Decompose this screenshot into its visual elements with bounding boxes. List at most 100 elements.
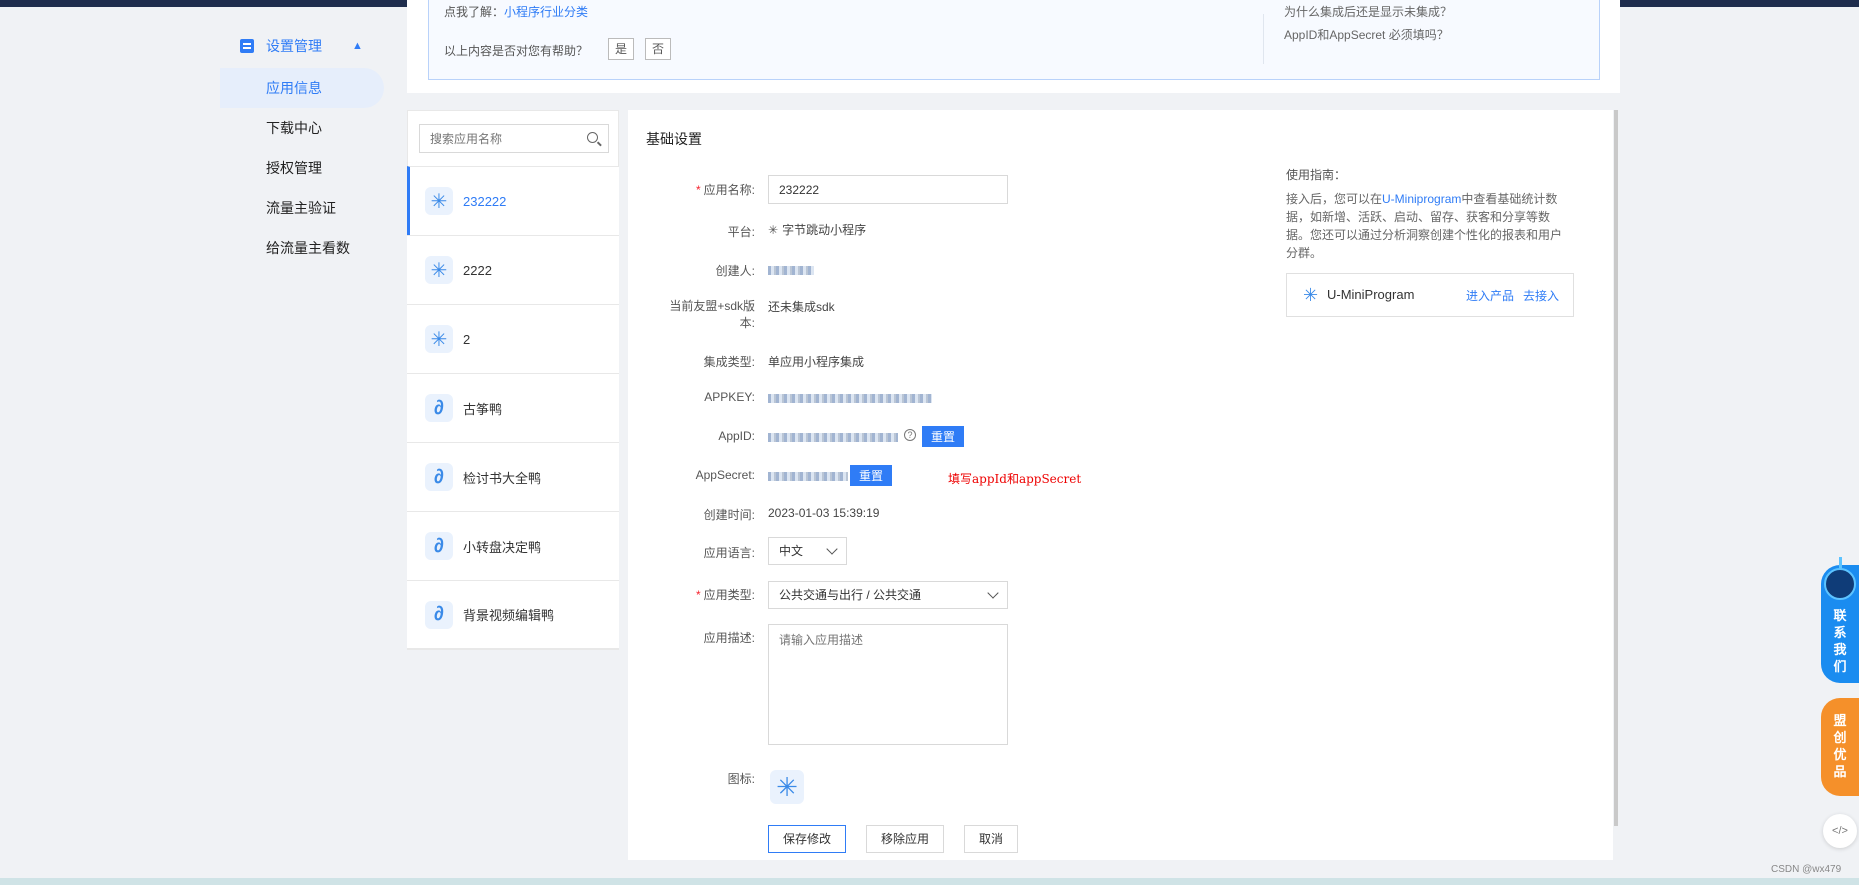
sidebar-group-label: 设置管理	[266, 38, 322, 54]
app-list-item-label: 小转盘决定鸭	[463, 539, 542, 555]
platform-label: 平台:	[727, 225, 755, 239]
wechat-miniprogram-icon: ∂	[425, 600, 453, 629]
app-list-item-label: 232222	[463, 193, 507, 209]
sdk-version-label: 当前友盟+sdk版本:	[640, 298, 755, 332]
promo-button[interactable]: 盟创优品	[1821, 698, 1859, 796]
enter-product-link[interactable]: 进入产品	[1466, 287, 1514, 304]
chevron-down-icon	[826, 543, 838, 555]
u-miniprogram-icon: ✳	[1303, 285, 1319, 305]
sidebar-item-authorization[interactable]: 授权管理	[220, 148, 384, 188]
required-mark: *	[695, 183, 701, 197]
description-label: 应用描述:	[703, 631, 755, 645]
sidebar-item-traffic-verify[interactable]: 流量主验证	[220, 188, 384, 228]
industry-category-link[interactable]: 小程序行业分类	[504, 5, 588, 19]
section-title: 基础设置	[646, 131, 702, 147]
feedback-no-button[interactable]: 否	[645, 38, 671, 60]
required-mark: *	[695, 588, 701, 602]
app-type-label: * 应用类型:	[640, 586, 755, 603]
sdk-version-value: 还未集成sdk	[768, 300, 835, 314]
app-list-item[interactable]: ∂ 背景视频编辑鸭	[407, 580, 619, 649]
bytedance-app-icon: ✳	[425, 256, 453, 284]
product-name: U-MiniProgram	[1327, 287, 1415, 302]
wechat-miniprogram-icon: ∂	[425, 532, 453, 560]
bottom-bar	[0, 878, 1859, 885]
appkey-label: APPKEY:	[704, 390, 755, 404]
appid-label: AppID:	[718, 429, 755, 443]
help-icon[interactable]: ?	[904, 429, 916, 441]
reset-appsecret-button[interactable]: 重置	[850, 465, 892, 486]
appid-value	[768, 431, 898, 445]
app-name-input[interactable]	[769, 176, 1007, 203]
bytedance-icon: ✳	[768, 223, 779, 237]
creator-value	[768, 264, 814, 278]
platform-value: ✳ 字节跳动小程序	[768, 221, 866, 238]
guide-text-part1: 接入后，您可以在	[1286, 192, 1383, 206]
app-list-item[interactable]: ✳ 232222	[407, 166, 619, 235]
app-type-label-text: 应用类型:	[703, 588, 755, 602]
wechat-miniprogram-icon: ∂	[425, 394, 453, 422]
chevron-down-icon	[987, 587, 999, 599]
scrollbar[interactable]	[1614, 110, 1618, 826]
app-list-item[interactable]: ∂ 古筝鸭	[407, 373, 619, 442]
save-button[interactable]: 保存修改	[768, 825, 846, 853]
feedback-hint: 点我了解：小程序行业分类	[444, 3, 588, 20]
feedback-question: 以上内容是否对您有帮助？	[444, 44, 589, 58]
search-icon[interactable]	[587, 132, 598, 143]
u-miniprogram-link[interactable]: U-Miniprogram	[1382, 192, 1461, 206]
remove-app-button[interactable]: 移除应用	[866, 825, 944, 853]
faq-link-integration[interactable]: 为什么集成后还是显示未集成？	[1284, 3, 1452, 20]
robot-avatar-icon	[1824, 568, 1856, 600]
icon-label: 图标:	[727, 772, 755, 786]
app-list-item-label: 古筝鸭	[463, 401, 503, 417]
app-list-item[interactable]: ✳ 2	[407, 304, 619, 373]
code-icon[interactable]: </>	[1823, 814, 1857, 848]
guide-title: 使用指南：	[1286, 168, 1347, 182]
description-input[interactable]	[769, 625, 1007, 744]
chevron-up-icon: ▲	[352, 40, 363, 52]
bytedance-app-icon: ✳	[425, 325, 453, 353]
app-list-item-label: 2	[463, 331, 471, 347]
app-name-field[interactable]	[768, 175, 1008, 204]
sidebar-group-settings[interactable]: 设置管理 ▲	[240, 36, 363, 56]
contact-us-label: 联系我们	[1833, 608, 1847, 674]
app-type-select[interactable]: 公共交通与出行 / 公共交通	[768, 581, 1008, 609]
app-list-item-label: 2222	[463, 262, 492, 278]
created-time-label: 创建时间:	[703, 508, 755, 522]
app-list-item[interactable]: ∂ 小转盘决定鸭	[407, 511, 619, 580]
appsecret-label: AppSecret:	[695, 468, 755, 482]
sidebar-item-downloads[interactable]: 下载中心	[220, 108, 384, 148]
app-list-item-label: 背景视频编辑鸭	[463, 608, 555, 623]
app-search-input[interactable]	[420, 125, 570, 152]
app-name-label: * 应用名称:	[640, 181, 755, 198]
app-list-item[interactable]: ✳ 2222	[407, 235, 619, 304]
creator-label: 创建人:	[715, 264, 755, 278]
language-label: 应用语言:	[703, 546, 755, 560]
app-icon[interactable]: ✳	[770, 770, 804, 804]
appsecret-value	[768, 470, 848, 484]
app-list-item-label: 检讨书大全鸭	[463, 470, 542, 486]
faq-link-appid[interactable]: AppID和AppSecret 必须填吗？	[1284, 26, 1449, 43]
watermark: CSDN @wx479	[1771, 864, 1842, 875]
cancel-button[interactable]: 取消	[964, 825, 1018, 853]
appkey-value	[768, 392, 932, 406]
go-integrate-link[interactable]: 去接入	[1523, 287, 1559, 304]
feedback-yes-button[interactable]: 是	[608, 38, 634, 60]
platform-value-text: 字节跳动小程序	[782, 223, 867, 237]
app-search[interactable]	[419, 124, 609, 153]
sdk-label-line1: 当前友盟+sdk版	[669, 299, 755, 313]
feedback-hint-prefix: 点我了解：	[444, 5, 505, 19]
promo-label: 盟创优品	[1833, 713, 1847, 779]
language-select[interactable]: 中文	[768, 537, 847, 565]
sdk-label-line2: 本:	[739, 316, 755, 330]
bytedance-app-icon: ✳	[425, 187, 453, 215]
app-list-item[interactable]: ∂ 检讨书大全鸭	[407, 442, 619, 511]
reset-appid-button[interactable]: 重置	[922, 426, 964, 447]
product-card: ✳ U-MiniProgram 进入产品 去接入	[1286, 273, 1574, 317]
description-field[interactable]	[768, 624, 1008, 745]
sidebar-item-traffic-data[interactable]: 给流量主看数	[220, 228, 384, 268]
sidebar-item-app-info[interactable]: 应用信息	[220, 68, 384, 108]
guide-text: 接入后，您可以在U-Miniprogram中查看基础统计数据，如新增、活跃、启动…	[1286, 190, 1571, 262]
app-type-select-value: 公共交通与出行 / 公共交通	[779, 588, 922, 602]
feedback-divider	[1263, 14, 1264, 64]
annotation-note: 填写appId和appSecret	[948, 472, 1082, 486]
